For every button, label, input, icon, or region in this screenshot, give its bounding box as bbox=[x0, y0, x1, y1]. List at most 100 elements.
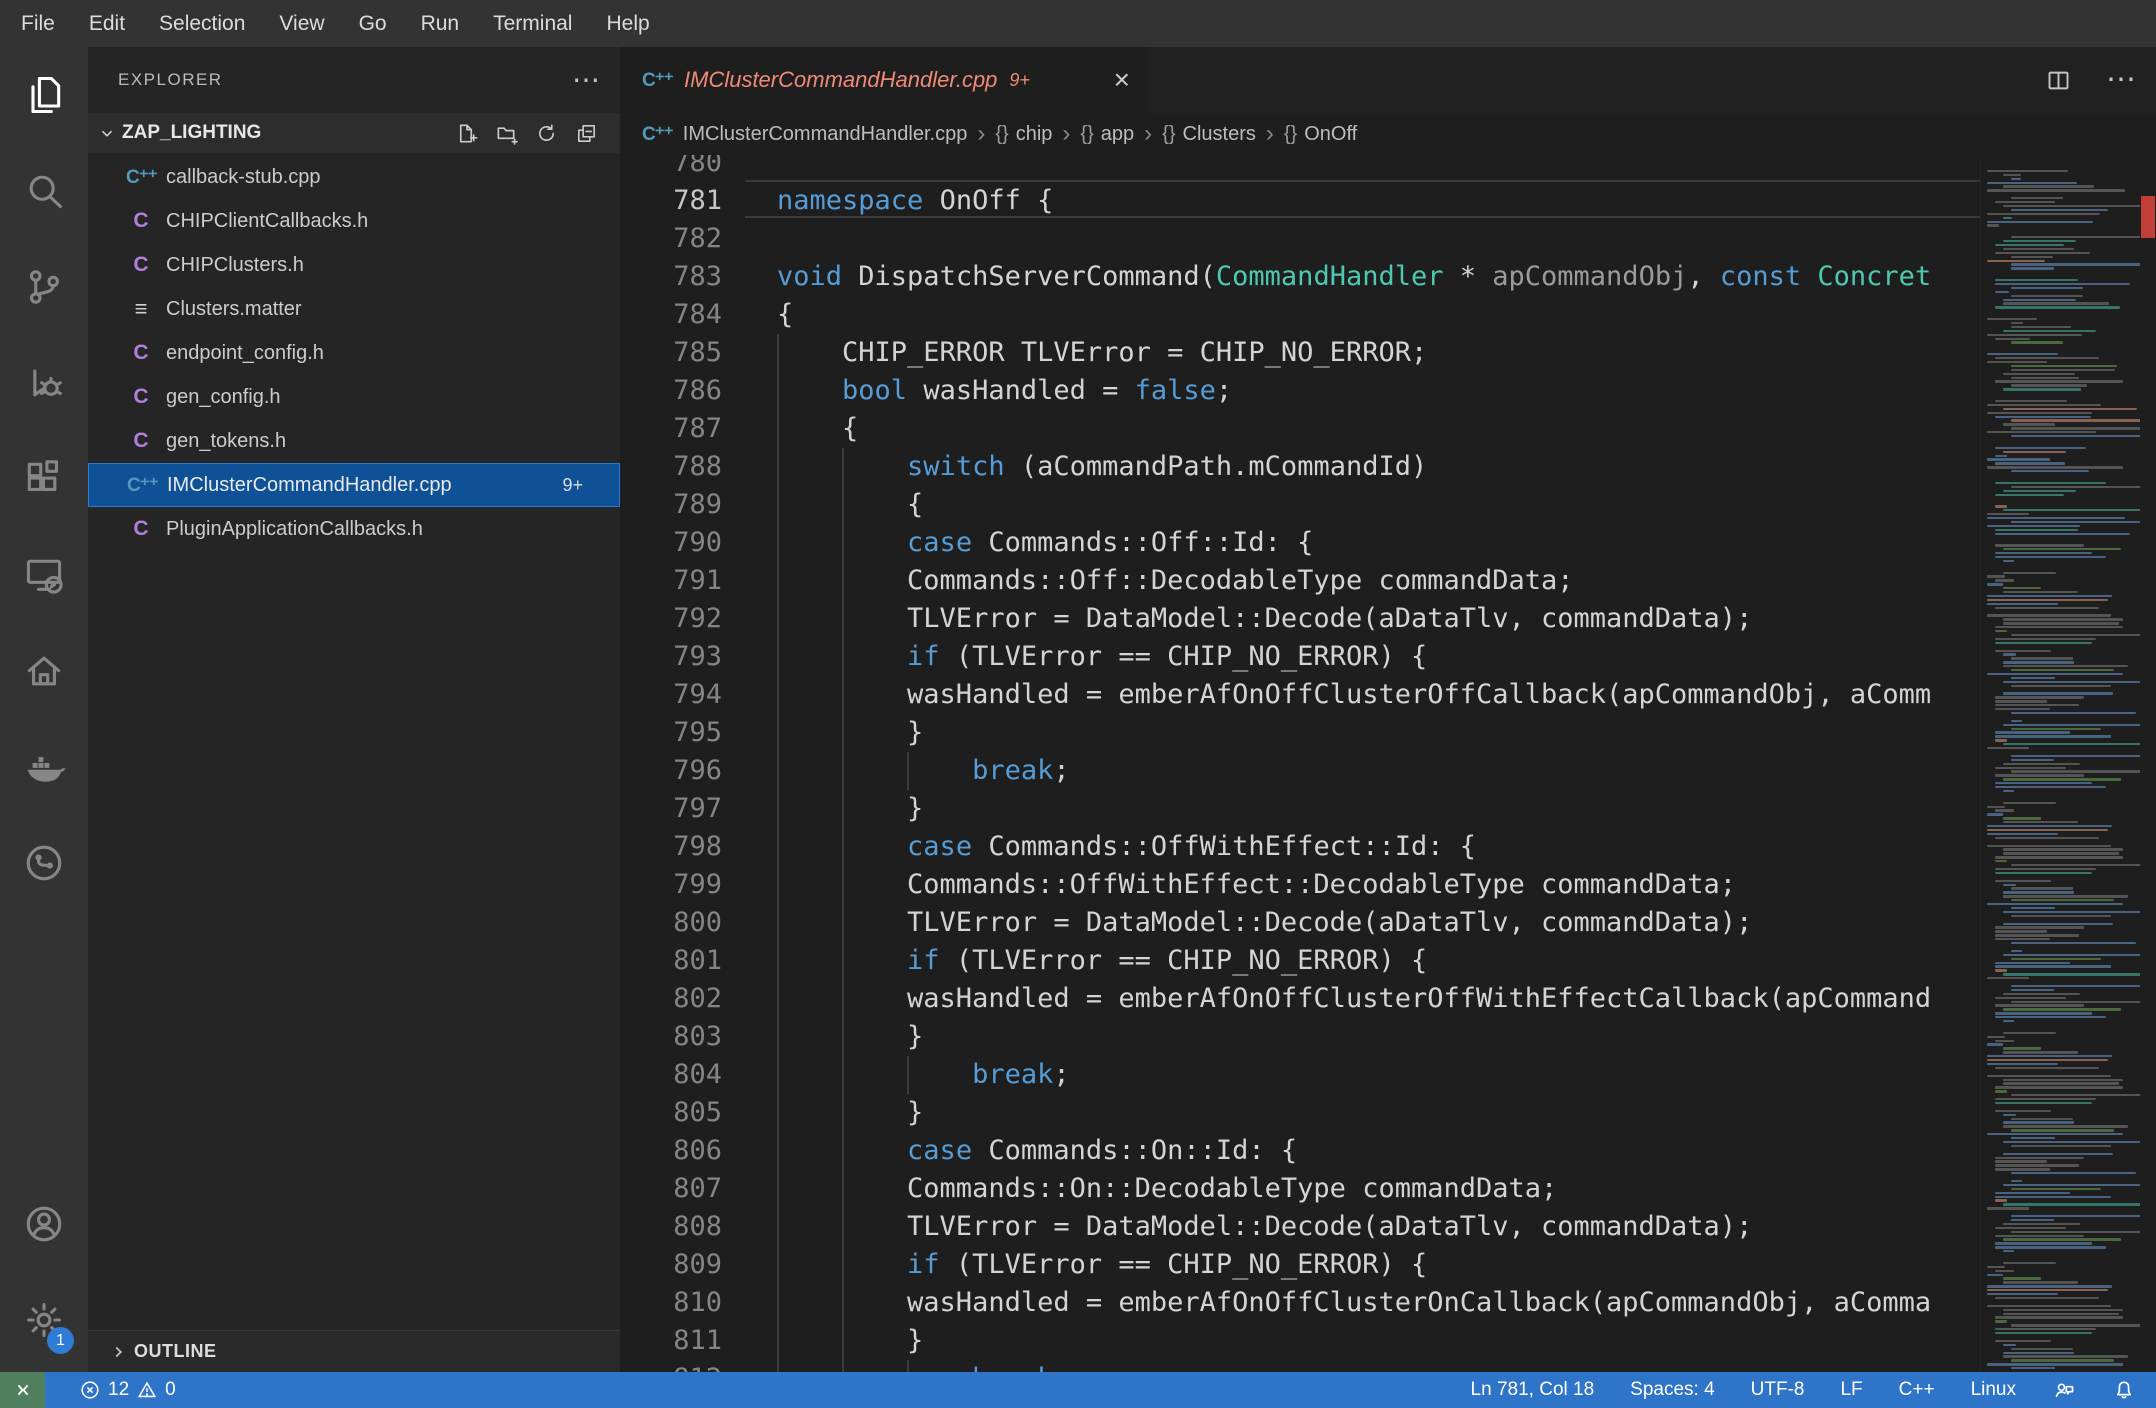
code-line-807[interactable]: Commands::On::DecodableType commandData; bbox=[777, 1170, 1557, 1208]
code-line-794[interactable]: wasHandled = emberAfOnOffClusterOffCallb… bbox=[777, 676, 1931, 714]
refresh-icon[interactable] bbox=[534, 121, 558, 145]
line-number[interactable]: 810 bbox=[620, 1284, 722, 1322]
line-number[interactable]: 799 bbox=[620, 866, 722, 904]
menu-item-file[interactable]: File bbox=[4, 0, 72, 47]
code-line-788[interactable]: switch (aCommandPath.mCommandId) bbox=[777, 448, 1427, 486]
menu-item-go[interactable]: Go bbox=[342, 0, 404, 47]
status-encoding[interactable]: UTF-8 bbox=[1751, 1379, 1805, 1401]
line-number[interactable]: 808 bbox=[620, 1208, 722, 1246]
editor-scrollbar[interactable] bbox=[2140, 155, 2156, 1372]
breadcrumb-item-imclustercommandhandler-cpp[interactable]: C⁺⁺ IMClusterCommandHandler.cpp bbox=[642, 123, 967, 146]
line-number[interactable]: 797 bbox=[620, 790, 722, 828]
breadcrumb-item-clusters[interactable]: {} Clusters bbox=[1162, 123, 1256, 146]
file-item-gen-config-h[interactable]: Cgen_config.h bbox=[88, 375, 620, 419]
line-number[interactable]: 781 bbox=[620, 182, 722, 220]
close-icon[interactable]: × bbox=[1114, 66, 1130, 94]
code-line-798[interactable]: case Commands::OffWithEffect::Id: { bbox=[777, 828, 1476, 866]
code-line-808[interactable]: TLVError = DataModel::Decode(aDataTlv, c… bbox=[777, 1208, 1752, 1246]
code-line-799[interactable]: Commands::OffWithEffect::DecodableType c… bbox=[777, 866, 1736, 904]
new-folder-icon[interactable] bbox=[494, 121, 518, 145]
file-item-imclustercommandhandler-cpp[interactable]: C⁺⁺ IMClusterCommandHandler.cpp 9+ bbox=[88, 463, 620, 507]
activity-explorer[interactable] bbox=[0, 47, 88, 143]
code-line-803[interactable]: } bbox=[777, 1018, 923, 1056]
code-line-792[interactable]: TLVError = DataModel::Decode(aDataTlv, c… bbox=[777, 600, 1752, 638]
status-os[interactable]: Linux bbox=[1971, 1379, 2016, 1401]
file-item-chipclusters-h[interactable]: C CHIPClusters.h bbox=[88, 243, 620, 287]
code-line-805[interactable]: } bbox=[777, 1094, 923, 1132]
bell-button[interactable] bbox=[2112, 1378, 2136, 1402]
line-number[interactable]: 783 bbox=[620, 258, 722, 296]
line-number[interactable]: 807 bbox=[620, 1170, 722, 1208]
line-number[interactable]: 802 bbox=[620, 980, 722, 1018]
line-number[interactable]: 796 bbox=[620, 752, 722, 790]
file-item-pluginapplicationcallbacks-h[interactable]: C PluginApplicationCallbacks.h bbox=[88, 507, 620, 551]
menu-item-selection[interactable]: Selection bbox=[142, 0, 262, 47]
activity-search[interactable] bbox=[0, 143, 88, 239]
line-number[interactable]: 803 bbox=[620, 1018, 722, 1056]
line-number[interactable]: 790 bbox=[620, 524, 722, 562]
status-cursor-position[interactable]: Ln 781, Col 18 bbox=[1471, 1379, 1595, 1401]
line-number[interactable]: 794 bbox=[620, 676, 722, 714]
file-item-clusters-matter[interactable]: ≡ Clusters.matter bbox=[88, 287, 620, 331]
code-line-790[interactable]: case Commands::Off::Id: { bbox=[777, 524, 1313, 562]
status-language-mode[interactable]: C++ bbox=[1899, 1379, 1935, 1401]
more-actions-icon[interactable]: ⋯ bbox=[572, 66, 600, 94]
activity-home[interactable] bbox=[0, 623, 88, 719]
remote-indicator[interactable] bbox=[0, 1372, 45, 1408]
line-number[interactable]: 795 bbox=[620, 714, 722, 752]
tab-imclustercommandhandler[interactable]: C⁺⁺ IMClusterCommandHandler.cpp 9+ × bbox=[620, 47, 1148, 113]
line-number[interactable]: 800 bbox=[620, 904, 722, 942]
line-number[interactable]: 812 bbox=[620, 1360, 722, 1372]
code-line-795[interactable]: } bbox=[777, 714, 923, 752]
activity-source-control[interactable] bbox=[0, 239, 88, 335]
code-line-812[interactable]: break; bbox=[777, 1360, 1070, 1372]
line-number[interactable]: 801 bbox=[620, 942, 722, 980]
folder-section-header[interactable]: ZAP_LIGHTING bbox=[88, 113, 620, 153]
breadcrumb-item-app[interactable]: {} app bbox=[1080, 123, 1134, 146]
activity-extensions[interactable] bbox=[0, 431, 88, 527]
line-number[interactable]: 787 bbox=[620, 410, 722, 448]
line-number[interactable]: 798 bbox=[620, 828, 722, 866]
code-line-786[interactable]: bool wasHandled = false; bbox=[777, 372, 1232, 410]
line-number[interactable]: 811 bbox=[620, 1322, 722, 1360]
more-actions-icon[interactable]: ⋯ bbox=[2106, 65, 2136, 95]
breadcrumb-item-onoff[interactable]: {} OnOff bbox=[1284, 123, 1357, 146]
line-number[interactable]: 793 bbox=[620, 638, 722, 676]
file-item-endpoint-config-h[interactable]: Cendpoint_config.h bbox=[88, 331, 620, 375]
line-number[interactable]: 780 bbox=[620, 155, 722, 182]
code-line-796[interactable]: break; bbox=[777, 752, 1070, 790]
activity-docker[interactable] bbox=[0, 719, 88, 815]
line-number[interactable]: 804 bbox=[620, 1056, 722, 1094]
code-editor[interactable]: 780 781 namespace OnOff {782 783 void Dispat… bbox=[620, 155, 1980, 1372]
activity-run-debug[interactable] bbox=[0, 335, 88, 431]
outline-section[interactable]: OUTLINE bbox=[88, 1330, 620, 1372]
code-line-791[interactable]: Commands::Off::DecodableType commandData… bbox=[777, 562, 1573, 600]
code-line-793[interactable]: if (TLVError == CHIP_NO_ERROR) { bbox=[777, 638, 1427, 676]
status-indentation[interactable]: Spaces: 4 bbox=[1630, 1379, 1715, 1401]
code-line-783[interactable]: void DispatchServerCommand(CommandHandle… bbox=[777, 258, 1931, 296]
code-line-801[interactable]: if (TLVError == CHIP_NO_ERROR) { bbox=[777, 942, 1427, 980]
code-line-804[interactable]: break; bbox=[777, 1056, 1070, 1094]
code-line-787[interactable]: { bbox=[777, 410, 858, 448]
menu-item-view[interactable]: View bbox=[262, 0, 341, 47]
code-line-802[interactable]: wasHandled = emberAfOnOffClusterOffWithE… bbox=[777, 980, 1931, 1018]
code-line-811[interactable]: } bbox=[777, 1322, 923, 1360]
status-eol[interactable]: LF bbox=[1840, 1379, 1862, 1401]
file-item-chipclientcallbacks-h[interactable]: C CHIPClientCallbacks.h bbox=[88, 199, 620, 243]
line-number[interactable]: 805 bbox=[620, 1094, 722, 1132]
collapse-all-icon[interactable] bbox=[574, 121, 598, 145]
file-item-callback-stub-cpp[interactable]: C⁺⁺ callback-stub.cpp bbox=[88, 155, 620, 199]
code-line-789[interactable]: { bbox=[777, 486, 923, 524]
code-line-784[interactable]: { bbox=[777, 296, 793, 334]
line-number[interactable]: 792 bbox=[620, 600, 722, 638]
activity-settings[interactable]: 1 bbox=[0, 1272, 88, 1368]
split-editor-icon[interactable] bbox=[2045, 67, 2072, 94]
menu-item-terminal[interactable]: Terminal bbox=[476, 0, 589, 47]
menu-item-run[interactable]: Run bbox=[404, 0, 477, 47]
breadcrumb-item-chip[interactable]: {} chip bbox=[995, 123, 1052, 146]
code-line-810[interactable]: wasHandled = emberAfOnOffClusterOnCallba… bbox=[777, 1284, 1931, 1322]
code-line-785[interactable]: CHIP_ERROR TLVError = CHIP_NO_ERROR; bbox=[777, 334, 1427, 372]
minimap[interactable] bbox=[1980, 155, 2140, 1372]
line-number[interactable]: 784 bbox=[620, 296, 722, 334]
activity-remote-explorer[interactable] bbox=[0, 527, 88, 623]
